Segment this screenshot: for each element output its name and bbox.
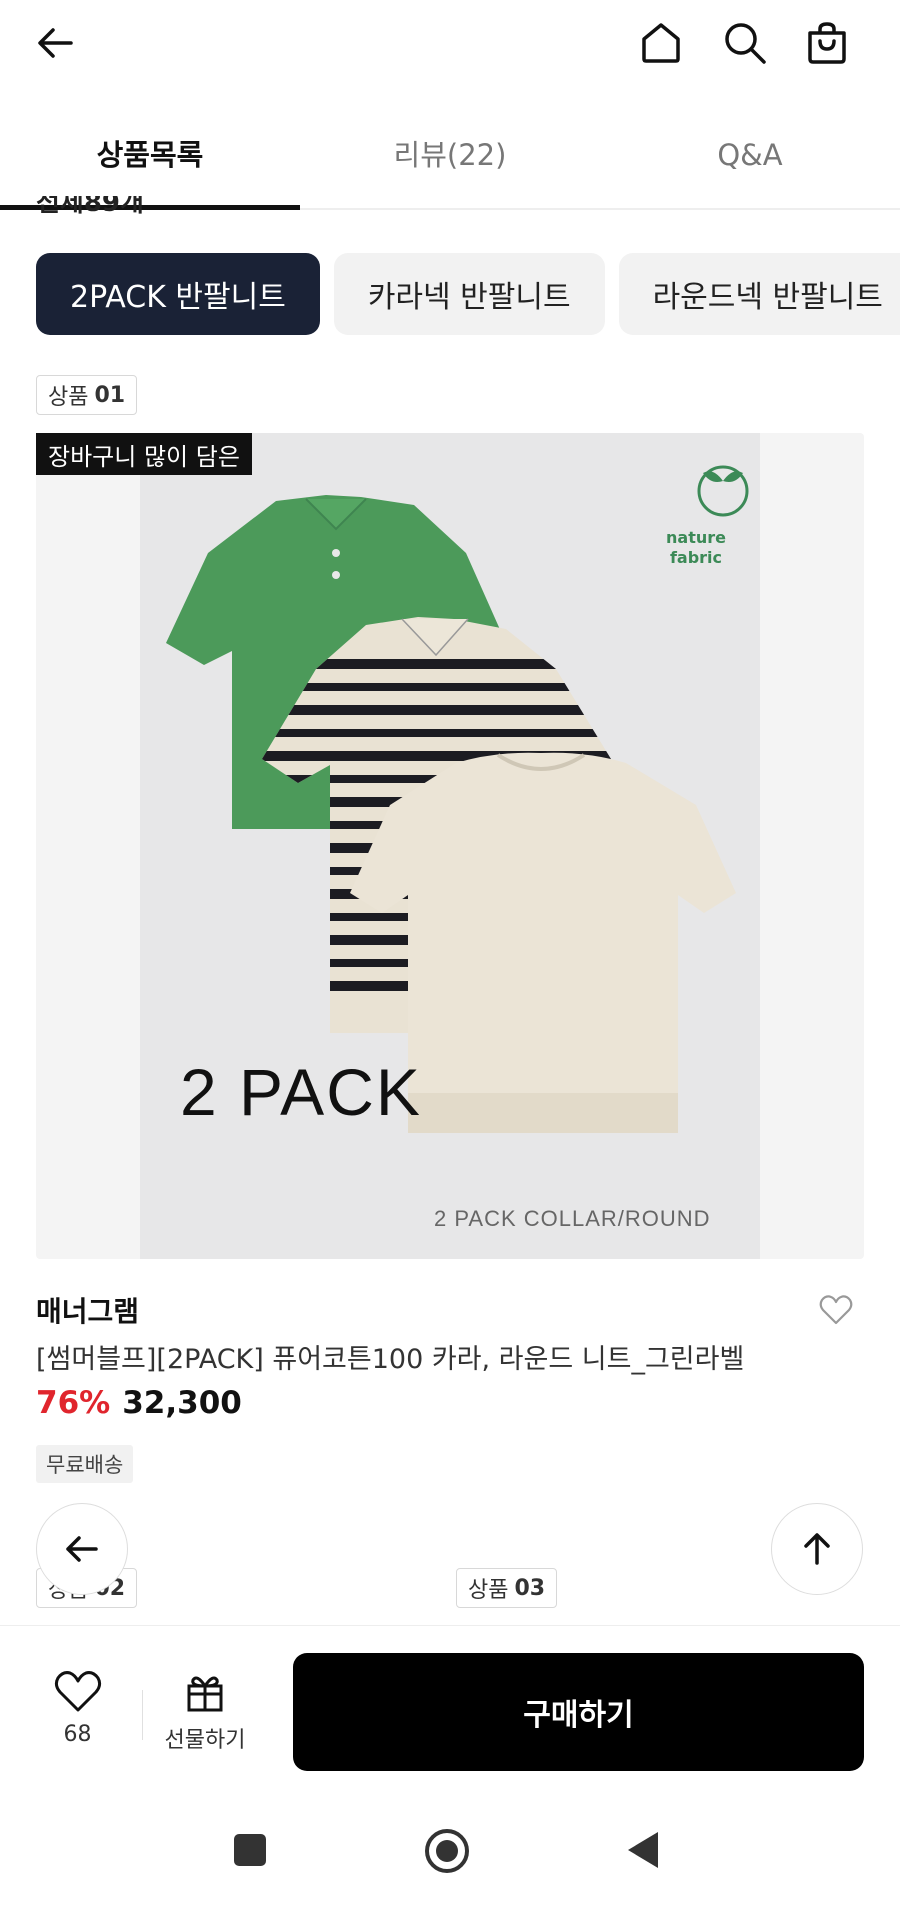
nature-label-line2: fabric [669,548,723,567]
arrow-left-icon [66,1536,98,1562]
system-navigation-bar [0,1800,900,1908]
product-badge-03: 상품 03 [456,1568,558,1608]
back-button[interactable] [20,8,90,78]
category-chip-row: 2PACK 반팔니트 카라넥 반팔니트 라운드넥 반팔니트 [36,253,900,335]
popular-cart-tag: 장바구니 많이 담은 [36,433,252,475]
gift-button[interactable]: 선물하기 [160,1670,250,1754]
tab-bar: 상품목록 리뷰(22) Q&A [0,110,900,210]
product-name[interactable]: [썸머블프][2PACK] 퓨어코튼100 카라, 라운드 니트_그린라벨 [36,1337,744,1376]
tab-product-list[interactable]: 상품목록 [0,110,300,208]
nature-fabric-label: nature fabric [664,528,728,568]
total-count-label: 전체89개 [36,196,144,214]
like-count: 68 [63,1722,92,1747]
knit-shirts-illustration [166,465,749,1133]
action-divider [142,1690,143,1740]
square-recents-icon [234,1834,266,1866]
home-button[interactable] [626,8,696,78]
gift-label: 선물하기 [164,1728,246,1753]
chip-round-knit[interactable]: 라운드넥 반팔니트 [618,253,900,335]
image-pack-title: 2 PACK [180,1055,422,1129]
nature-fabric-logo [697,465,749,517]
free-shipping-badge: 무료배송 [36,1445,134,1483]
shopping-bag-icon [808,22,846,64]
badge-prefix: 상품 [468,1578,509,1603]
product-image[interactable]: nature fabric 2 PACK 2 PACK COLLAR/ROUND [36,433,864,1259]
tab-qna[interactable]: Q&A [600,110,900,208]
like-button[interactable]: 68 [40,1670,115,1747]
discount-rate: 76% [36,1385,111,1421]
image-pack-caption: 2 PACK COLLAR/ROUND [434,1206,711,1231]
product-badge-01: 상품 01 [36,375,138,415]
home-nav-button[interactable] [424,1828,470,1878]
search-icon [725,23,766,64]
chip-collar-knit[interactable]: 카라넥 반팔니트 [333,253,605,335]
arrow-up-icon [804,1533,830,1565]
home-icon [642,23,680,63]
buy-button[interactable]: 구매하기 [293,1653,864,1771]
recents-nav-button[interactable] [232,1832,268,1872]
search-button[interactable] [710,8,780,78]
back-nav-button[interactable] [624,1830,662,1874]
badge-number: 03 [514,1575,546,1601]
cart-button[interactable] [792,8,862,78]
price-row: 76% 32,300 [36,1385,242,1421]
triangle-back-icon [628,1832,658,1868]
heart-outline-icon [819,1295,853,1325]
scroll-to-top-button[interactable] [771,1503,863,1595]
gift-icon [187,1676,223,1712]
heart-outline-icon [54,1671,101,1712]
wishlist-button[interactable] [818,1294,854,1330]
badge-prefix: 상품 [48,385,89,410]
product-brand[interactable]: 매너그램 [36,1290,139,1330]
tab-reviews[interactable]: 리뷰(22) [300,110,600,208]
nature-label-line1: nature [666,528,726,547]
floating-back-button[interactable] [36,1503,128,1595]
chip-2pack-knit[interactable]: 2PACK 반팔니트 [36,253,320,335]
sale-price: 32,300 [122,1385,242,1421]
circle-home-icon [425,1829,469,1873]
top-app-bar [0,0,900,90]
arrow-left-icon [38,28,73,58]
badge-number: 01 [94,382,126,408]
